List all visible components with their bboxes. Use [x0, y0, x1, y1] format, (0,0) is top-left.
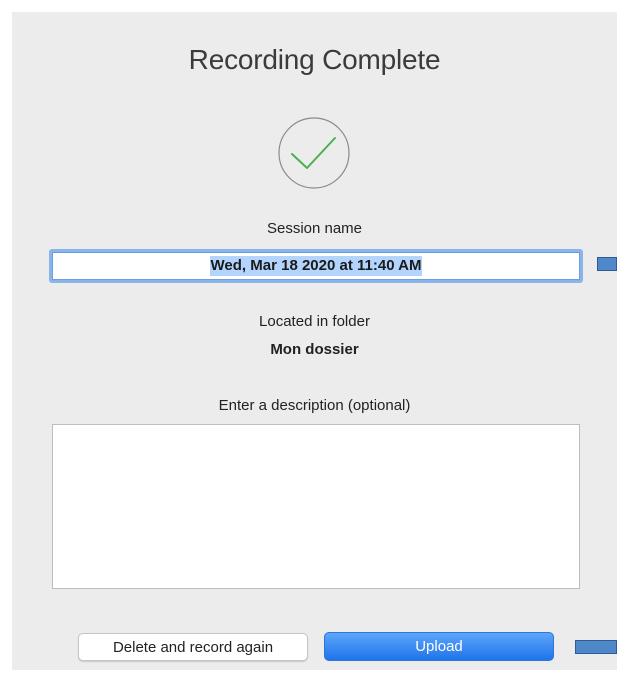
annotation-marker — [575, 640, 617, 654]
delete-and-record-again-button[interactable]: Delete and record again — [78, 633, 308, 661]
annotation-marker — [597, 257, 617, 271]
checkmark-circle-icon — [278, 117, 350, 189]
description-label: Enter a description (optional) — [218, 397, 411, 414]
folder-name: Mon dossier — [270, 341, 359, 358]
folder-label: Located in folder — [259, 313, 370, 330]
dialog-title: Recording Complete — [188, 44, 441, 75]
session-name-value: Wed, Mar 18 2020 at 11:40 AM — [209, 256, 423, 276]
upload-button[interactable]: Upload — [324, 632, 554, 661]
session-name-input[interactable]: Wed, Mar 18 2020 at 11:40 AM — [49, 249, 583, 283]
session-name-field[interactable]: Wed, Mar 18 2020 at 11:40 AM — [52, 252, 580, 280]
description-textarea[interactable] — [52, 424, 580, 589]
session-name-label: Session name — [266, 220, 363, 237]
